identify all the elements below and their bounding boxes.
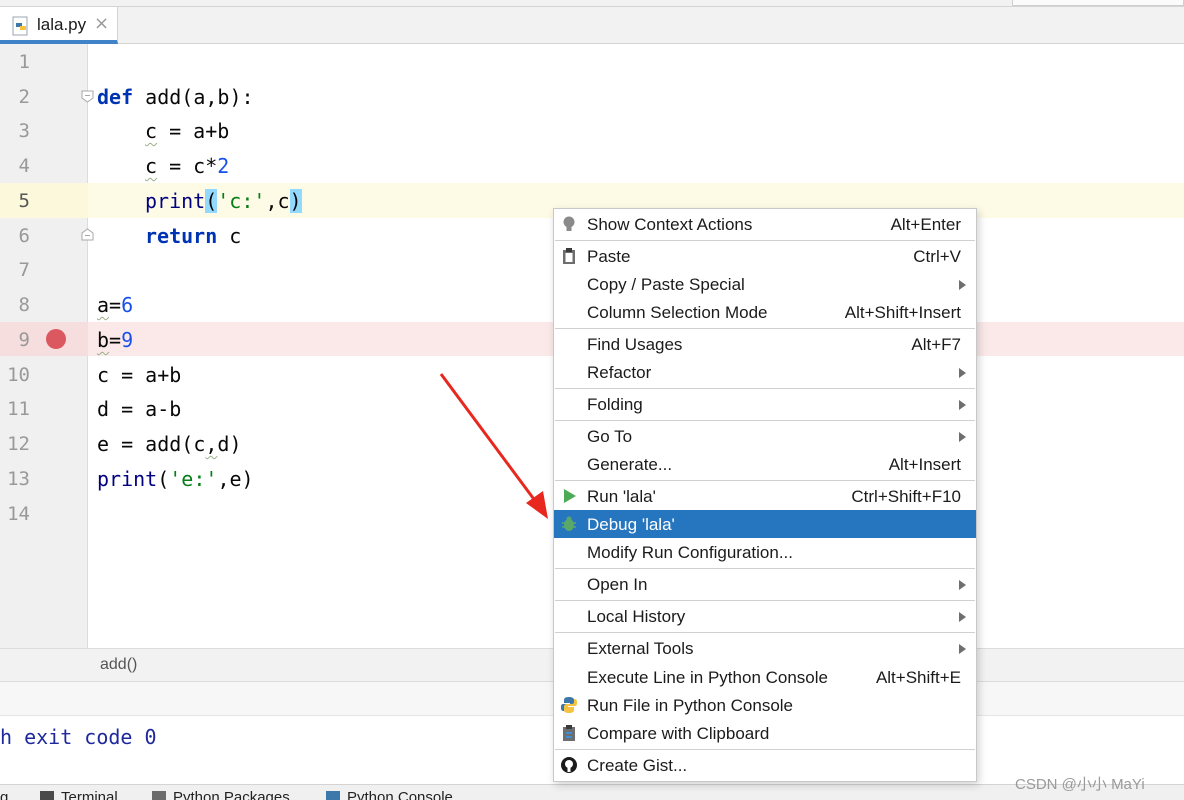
line-number: 8 [18, 294, 30, 316]
line-number: 6 [18, 225, 30, 247]
run-icon [564, 489, 576, 503]
menu-item-copy-paste-special[interactable]: Copy / Paste Special [554, 270, 976, 298]
submenu-arrow-icon [959, 612, 966, 622]
editor-tab-bar: lala.py × [0, 0, 1184, 44]
menu-item-column-selection-mode[interactable]: Column Selection Mode Alt+Shift+Insert [554, 298, 976, 326]
menu-item-find-usages[interactable]: Find Usages Alt+F7 [554, 330, 976, 358]
menu-item-paste[interactable]: Paste Ctrl+V [554, 242, 976, 270]
menu-item-run[interactable]: Run 'lala' Ctrl+Shift+F10 [554, 482, 976, 510]
tab-label: lala.py [37, 15, 87, 34]
line-number: 5 [18, 190, 30, 212]
python-icon [561, 697, 577, 713]
code-line[interactable]: return c [145, 219, 241, 253]
line-number: 3 [18, 120, 30, 142]
menu-item-modify-run-configuration[interactable]: Modify Run Configuration... [554, 538, 976, 566]
tool-window-python-packages[interactable]: Python Packages [152, 789, 290, 800]
tab-lala-py[interactable]: lala.py × [0, 7, 118, 44]
code-line[interactable]: c = c*2 [145, 149, 229, 183]
submenu-arrow-icon [959, 432, 966, 442]
packages-icon [152, 791, 166, 800]
code-line[interactable]: print('c:',c) [145, 184, 302, 218]
line-number: 2 [18, 86, 30, 108]
code-line[interactable]: c = a+b [97, 358, 181, 392]
menu-item-refactor[interactable]: Refactor [554, 358, 976, 386]
close-icon[interactable]: × [94, 13, 109, 34]
python-console-icon [326, 791, 340, 800]
fold-end-icon[interactable] [81, 228, 94, 241]
line-number: 1 [18, 51, 30, 73]
line-number: 14 [7, 503, 30, 525]
menu-item-debug[interactable]: Debug 'lala' [554, 510, 976, 538]
code-line[interactable]: b=9 [97, 323, 133, 357]
watermark: CSDN @小小 MaYi [1015, 776, 1145, 793]
menu-item-go-to[interactable]: Go To [554, 422, 976, 450]
console-output: h exit code 0 [0, 725, 157, 749]
top-divider [0, 6, 1184, 7]
code-line[interactable]: d = a-b [97, 392, 181, 426]
menu-item-open-in[interactable]: Open In [554, 570, 976, 598]
line-number: 10 [7, 364, 30, 386]
tool-window-terminal[interactable]: Terminal [40, 789, 118, 800]
line-number: 4 [18, 155, 30, 177]
menu-item-compare-with-clipboard[interactable]: Compare with Clipboard [554, 719, 976, 747]
code-line[interactable]: print('e:',e) [97, 462, 254, 496]
paste-icon [563, 248, 575, 264]
code-line[interactable]: def add(a,b): [97, 80, 254, 114]
breakpoint-icon[interactable] [46, 329, 66, 349]
menu-item-generate[interactable]: Generate... Alt+Insert [554, 450, 976, 478]
code-line[interactable]: a=6 [97, 288, 133, 322]
submenu-arrow-icon [959, 644, 966, 654]
submenu-arrow-icon [959, 368, 966, 378]
lightbulb-icon [563, 216, 575, 231]
compare-clipboard-icon [563, 725, 575, 741]
code-line[interactable]: c = a+b [145, 114, 229, 148]
menu-item-external-tools[interactable]: External Tools [554, 634, 976, 662]
code-line[interactable]: e = add(c,d) [97, 427, 242, 461]
line-number: 12 [7, 433, 30, 455]
tool-window-python-console[interactable]: Python Console [326, 789, 453, 800]
line-number: 11 [7, 398, 30, 420]
tool-window-bar: g Terminal Python Packages Python Consol… [0, 784, 1184, 800]
line-number: 13 [7, 468, 30, 490]
debug-bug-icon [562, 516, 576, 531]
context-menu: Show Context Actions Alt+Enter Paste Ctrl+… [553, 208, 977, 782]
line-number: 9 [18, 329, 30, 351]
github-icon [561, 757, 577, 773]
menu-item-execute-line-python-console[interactable]: Execute Line in Python Console Alt+Shift+… [554, 663, 976, 691]
menu-item-folding[interactable]: Folding [554, 390, 976, 418]
breadcrumb-item[interactable]: add() [100, 656, 137, 674]
fold-open-icon[interactable] [81, 90, 94, 103]
menu-item-run-file-python-console[interactable]: Run File in Python Console [554, 691, 976, 719]
submenu-arrow-icon [959, 280, 966, 290]
submenu-arrow-icon [959, 580, 966, 590]
toolbar-area [1012, 0, 1184, 6]
submenu-arrow-icon [959, 400, 966, 410]
menu-item-local-history[interactable]: Local History [554, 602, 976, 630]
tool-window-partial[interactable]: g [0, 789, 8, 800]
python-file-icon [12, 16, 30, 40]
menu-item-show-context-actions[interactable]: Show Context Actions Alt+Enter [554, 210, 976, 238]
line-number: 7 [18, 259, 30, 281]
terminal-icon [40, 791, 54, 800]
menu-item-create-gist[interactable]: Create Gist... [554, 751, 976, 779]
